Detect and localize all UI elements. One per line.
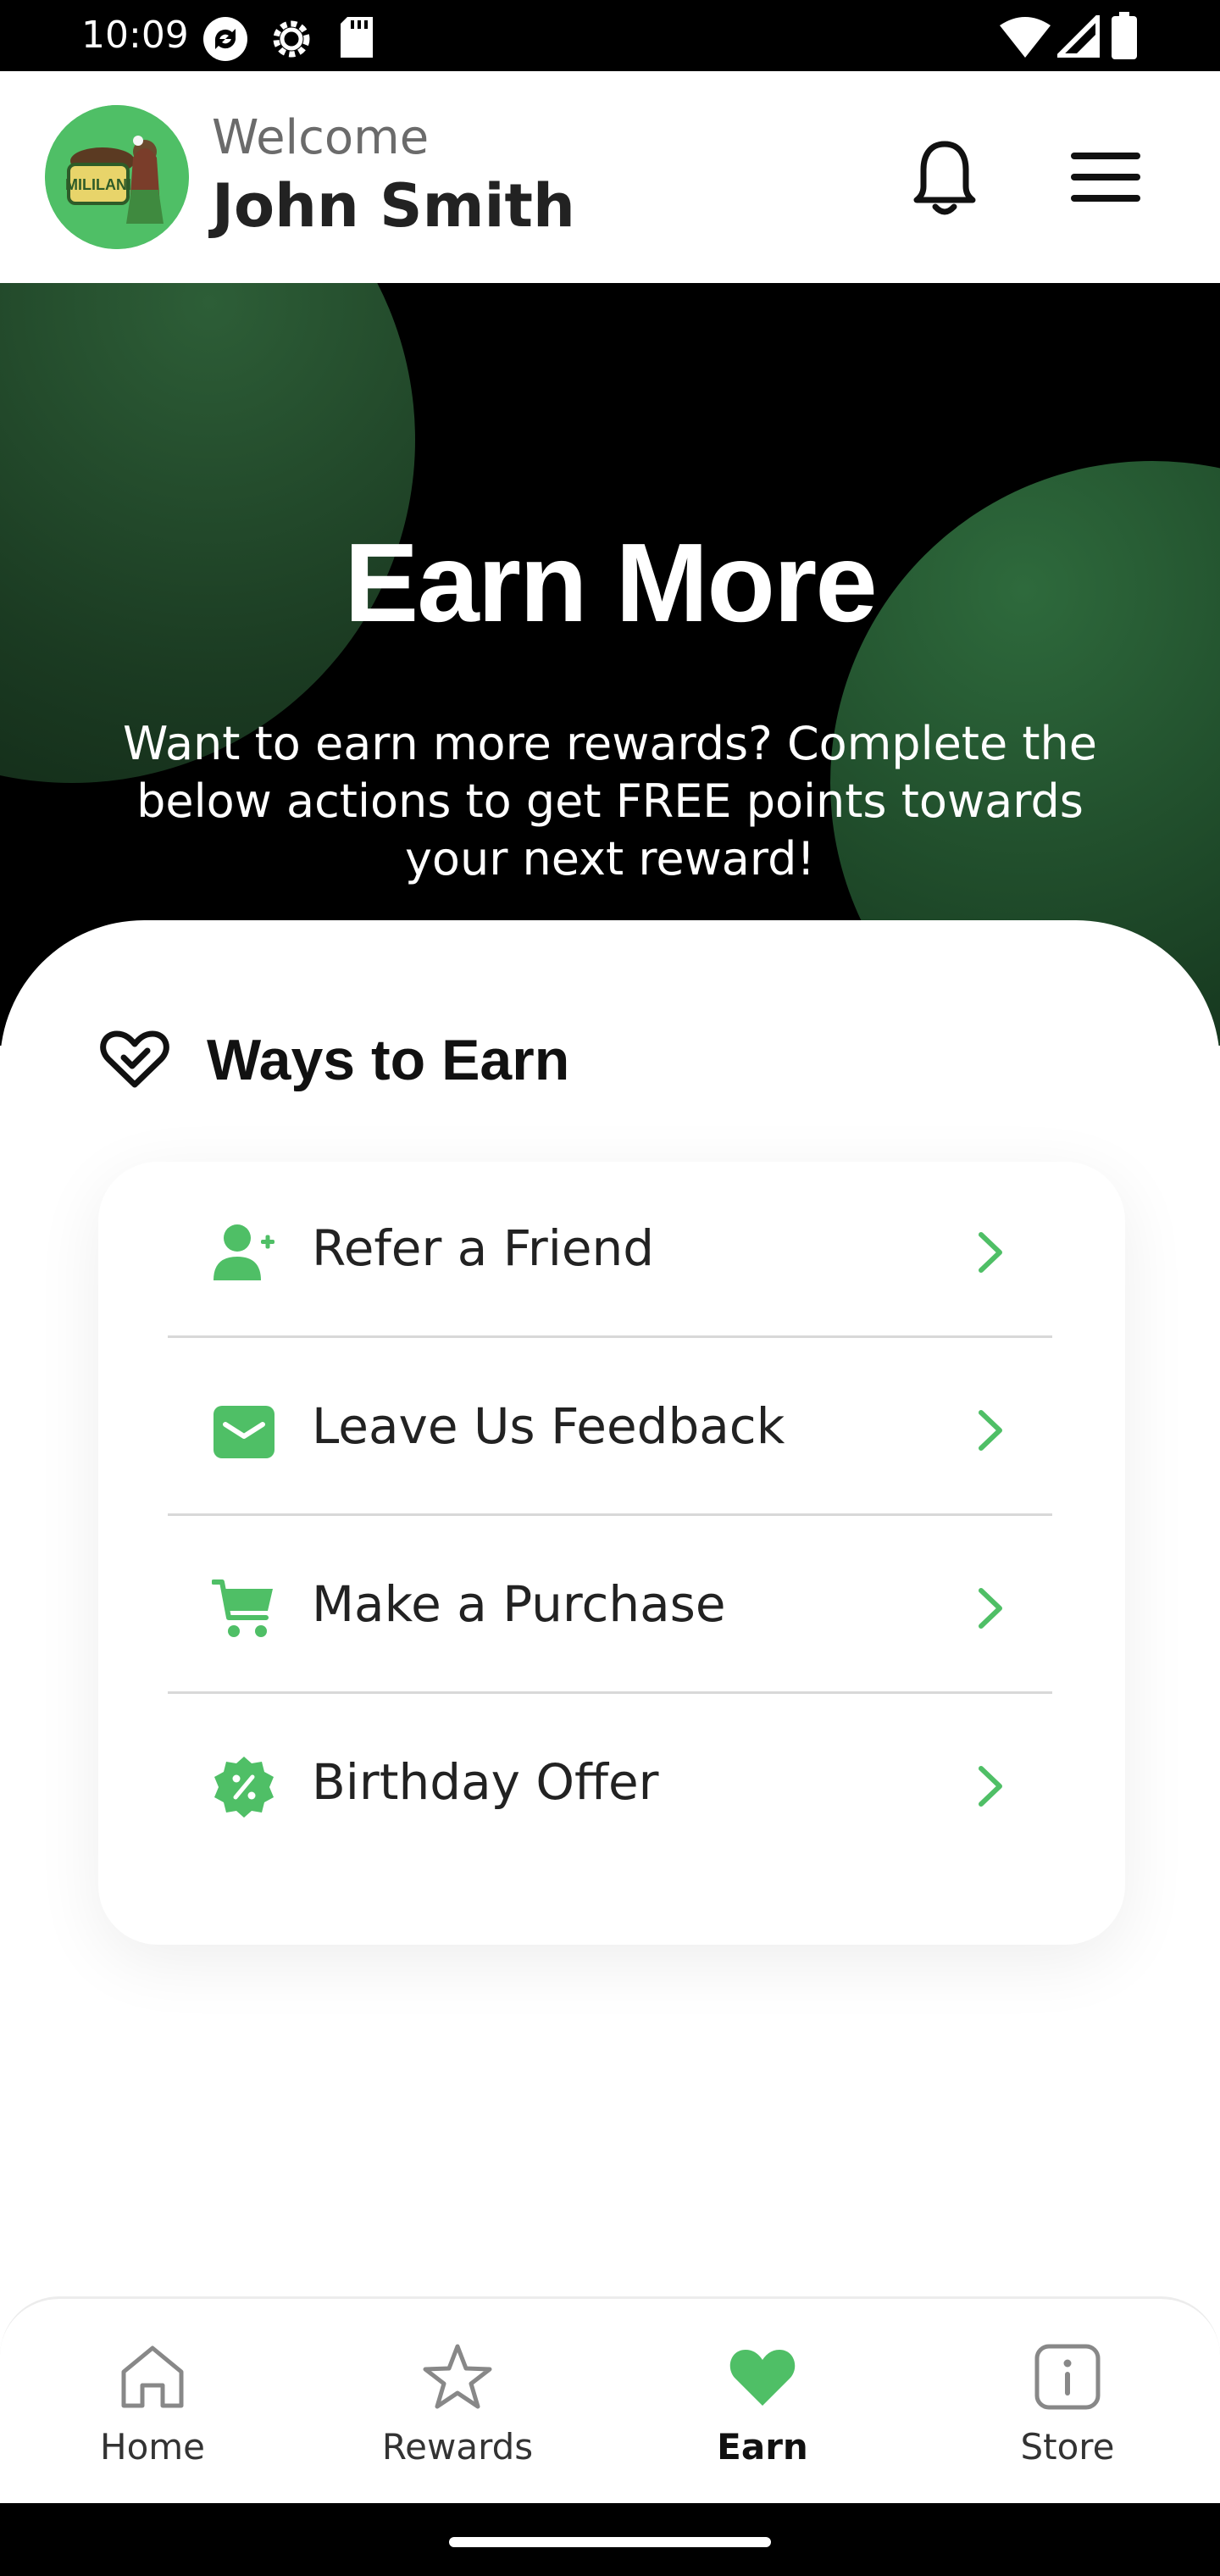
- heart-check-icon: [100, 1030, 169, 1088]
- bottom-navigation: Home Rewards Earn Store: [0, 2296, 1220, 2503]
- menu-button[interactable]: [1068, 147, 1144, 207]
- heart-icon: [729, 2350, 796, 2406]
- home-icon: [121, 2346, 184, 2408]
- earn-item-label: Leave Us Feedback: [312, 1397, 785, 1455]
- sync-notification-icon: [203, 17, 247, 61]
- nav-label-store: Store: [1020, 2426, 1115, 2468]
- status-time: 10:09: [81, 14, 189, 57]
- cart-icon: [212, 1579, 273, 1637]
- chevron-right-icon: [979, 1232, 1002, 1273]
- ways-to-earn-sheet: Ways to Earn Refer a Friend Leave Us Fee…: [0, 920, 1220, 2301]
- battery-icon: [1112, 12, 1137, 59]
- nav-item-home[interactable]: Home: [51, 2341, 254, 2485]
- nav-item-store[interactable]: Store: [966, 2341, 1169, 2485]
- nav-label-rewards: Rewards: [381, 2426, 534, 2468]
- wifi-icon: [1000, 17, 1051, 58]
- system-navigation-bar: [0, 2503, 1220, 2576]
- earn-item-birthday-offer[interactable]: Birthday Offer: [168, 1696, 1052, 1872]
- bell-icon: [913, 141, 976, 215]
- hero-title: Earn More: [344, 520, 878, 645]
- notifications-button[interactable]: [907, 136, 983, 220]
- sd-card-icon: [341, 17, 373, 58]
- earn-item-label: Make a Purchase: [312, 1575, 726, 1633]
- brand-logo-avatar[interactable]: MILILANI: [45, 105, 189, 249]
- info-icon: [1034, 2344, 1101, 2410]
- cellular-signal-icon: [1057, 15, 1100, 58]
- status-bar: 10:09: [0, 0, 1220, 71]
- nav-label-home: Home: [99, 2426, 206, 2468]
- settings-gear-icon: [273, 20, 310, 58]
- welcome-label: Welcome: [212, 110, 430, 165]
- earn-item-make-a-purchase[interactable]: Make a Purchase: [168, 1518, 1052, 1694]
- nav-label-earn: Earn: [717, 2426, 808, 2468]
- earn-item-refer-a-friend[interactable]: Refer a Friend: [168, 1162, 1052, 1338]
- earn-item-leave-us-feedback[interactable]: Leave Us Feedback: [168, 1340, 1052, 1516]
- discount-badge-icon: [214, 1757, 274, 1818]
- ways-to-earn-card: Refer a Friend Leave Us Feedback Make a …: [98, 1162, 1125, 1945]
- home-gesture-handle[interactable]: [449, 2537, 771, 2547]
- chevron-right-icon: [979, 1766, 1002, 1807]
- app-header: MILILANI Welcome John Smith: [0, 71, 1220, 283]
- section-title: Ways to Earn: [207, 1028, 570, 1092]
- earn-item-label: Refer a Friend: [312, 1219, 655, 1277]
- svg-text:MILILANI: MILILANI: [65, 176, 131, 193]
- envelope-icon: [214, 1406, 274, 1458]
- brand-logo-icon: MILILANI: [45, 105, 189, 249]
- hero-subtitle: Want to earn more rewards? Complete the …: [123, 717, 1097, 886]
- earn-item-label: Birthday Offer: [312, 1753, 659, 1811]
- nav-item-earn[interactable]: Earn: [661, 2341, 864, 2485]
- chevron-right-icon: [979, 1410, 1002, 1451]
- nav-item-rewards[interactable]: Rewards: [356, 2341, 559, 2485]
- chevron-right-icon: [979, 1588, 1002, 1629]
- add-user-icon: [214, 1224, 274, 1280]
- hamburger-menu-icon: [1071, 153, 1140, 202]
- star-icon: [423, 2344, 492, 2409]
- user-name: John Smith: [212, 171, 575, 241]
